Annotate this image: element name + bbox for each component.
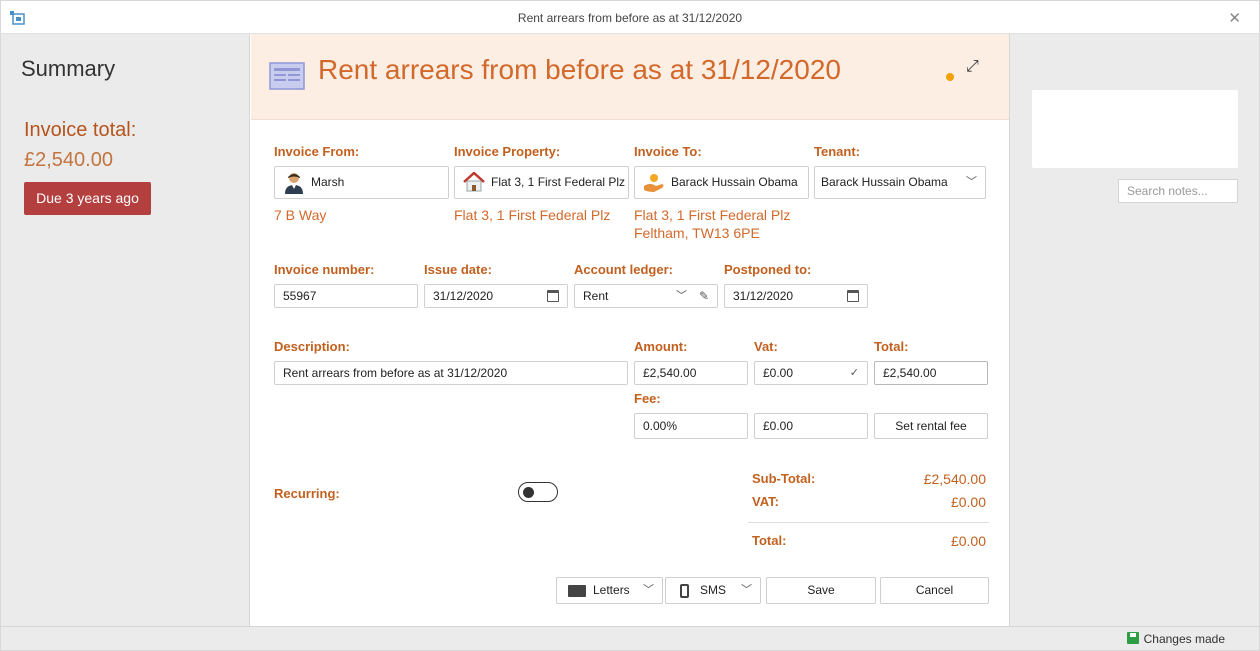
total-input[interactable]: £2,540.00 [874, 361, 988, 385]
tenant-label: Tenant: [814, 144, 860, 159]
grand-total-value: £0.00 [950, 533, 986, 549]
invoice-property-value: Flat 3, 1 First Federal Plz [491, 175, 626, 189]
title-bar: Rent arrears from before as at 31/12/202… [0, 0, 1260, 34]
account-ledger-select[interactable]: Rent ﹀ ✎ [574, 284, 718, 308]
invoice-to-address-line1: Flat 3, 1 First Federal Plz [634, 207, 791, 223]
close-icon[interactable]: ✕ [1228, 9, 1241, 27]
amount-label: Amount: [634, 339, 688, 354]
invoice-to-label: Invoice To: [634, 144, 702, 159]
account-ledger-value: Rent [583, 289, 609, 303]
summary-panel: Summary Invoice total: £2,540.00 Due 3 y… [0, 34, 250, 626]
invoice-number-label: Invoice number: [274, 262, 375, 277]
fee-percent-input[interactable]: 0.00% [634, 413, 748, 439]
search-notes-input[interactable] [1118, 179, 1238, 203]
issue-date-picker[interactable]: 31/12/2020 [424, 284, 568, 308]
envelope-icon [568, 585, 586, 597]
invoice-property-label: Invoice Property: [454, 144, 561, 159]
invoice-property-address: Flat 3, 1 First Federal Plz [454, 207, 611, 223]
grand-total-label: Total: [752, 533, 787, 548]
invoice-form: Rent arrears from before as at 31/12/202… [251, 34, 1009, 626]
vat-total-value: £0.00 [950, 494, 986, 510]
postponed-to-picker[interactable]: 31/12/2020 [724, 284, 868, 308]
invoice-header: Rent arrears from before as at 31/12/202… [251, 34, 1009, 120]
chevron-down-icon: ﹀ [741, 584, 752, 596]
calendar-icon[interactable] [847, 290, 859, 302]
set-rental-fee-button[interactable]: Set rental fee [874, 413, 988, 439]
fee-label: Fee: [634, 391, 661, 406]
check-icon: ✓ [849, 367, 859, 379]
invoice-title: Rent arrears from before as at 31/12/202… [318, 54, 841, 85]
status-text: Changes made [1143, 632, 1225, 646]
notes-panel [1009, 34, 1260, 626]
issue-date-value: 31/12/2020 [433, 289, 494, 303]
invoice-from-label: Invoice From: [274, 144, 360, 159]
toggle-knob [523, 486, 534, 498]
invoice-to-field[interactable]: Barack Hussain Obama [634, 166, 809, 199]
invoice-to-value: Barack Hussain Obama [671, 175, 798, 189]
postponed-to-value: 31/12/2020 [733, 289, 794, 303]
status-bar: Changes made [0, 626, 1260, 651]
amount-input[interactable]: £2,540.00 [634, 361, 748, 385]
vat-value: £0.00 [763, 366, 794, 380]
house-icon [463, 172, 485, 192]
chevron-down-icon: ﹀ [643, 584, 654, 596]
expand-icon[interactable]: ⤢ [966, 58, 979, 76]
invoice-from-field[interactable]: Marsh [274, 166, 449, 199]
total-label: Total: [874, 339, 909, 354]
invoice-from-value: Marsh [311, 175, 345, 189]
account-ledger-label: Account ledger: [574, 262, 673, 277]
description-label: Description: [274, 339, 350, 354]
subtotal-label: Sub-Total: [752, 471, 816, 486]
person-icon [285, 173, 303, 194]
fee-value-input[interactable]: £0.00 [754, 413, 868, 439]
summary-title: Summary [21, 56, 116, 81]
issue-date-label: Issue date: [424, 262, 492, 277]
sms-button[interactable]: SMS ﹀ [665, 577, 761, 604]
letters-label: Letters [593, 583, 630, 597]
invoice-from-address: 7 B Way [274, 207, 327, 223]
invoice-total-value: £2,540.00 [24, 149, 113, 171]
unsaved-status-dot [946, 73, 954, 81]
chevron-down-icon: ﹀ [966, 176, 977, 188]
postponed-to-label: Postponed to: [724, 262, 812, 277]
invoice-number-input[interactable]: 55967 [274, 284, 418, 308]
subtotal-value: £2,540.00 [923, 471, 986, 487]
save-disk-icon [1127, 632, 1139, 644]
recurring-label: Recurring: [274, 486, 340, 501]
sms-label: SMS [700, 583, 727, 597]
invoice-property-field[interactable]: Flat 3, 1 First Federal Plz [454, 166, 629, 199]
vat-total-label: VAT: [752, 494, 779, 509]
vat-select[interactable]: £0.00 ✓ [754, 361, 868, 385]
tenant-select[interactable]: Barack Hussain Obama ﹀ [814, 166, 986, 199]
calendar-icon[interactable] [547, 290, 559, 302]
recurring-toggle[interactable] [518, 482, 558, 502]
tenant-hand-icon [644, 174, 664, 192]
invoice-total-label: Invoice total: [24, 119, 137, 141]
totals-divider [748, 522, 989, 523]
notes-textarea[interactable] [1032, 90, 1238, 168]
chevron-down-icon: ﹀ [676, 290, 687, 302]
vat-label: Vat: [754, 339, 778, 354]
save-button[interactable]: Save [766, 577, 876, 604]
edit-pencil-icon[interactable]: ✎ [699, 285, 709, 307]
letters-button[interactable]: Letters ﹀ [556, 577, 663, 604]
invoice-icon [269, 62, 305, 90]
invoice-to-address-line2: Feltham, TW13 6PE [634, 225, 760, 241]
phone-icon [680, 584, 689, 598]
cancel-button[interactable]: Cancel [880, 577, 989, 604]
due-status-badge: Due 3 years ago [24, 182, 151, 215]
description-input[interactable]: Rent arrears from before as at 31/12/202… [274, 361, 628, 385]
window-title: Rent arrears from before as at 31/12/202… [517, 11, 743, 25]
tenant-value: Barack Hussain Obama [821, 175, 948, 189]
